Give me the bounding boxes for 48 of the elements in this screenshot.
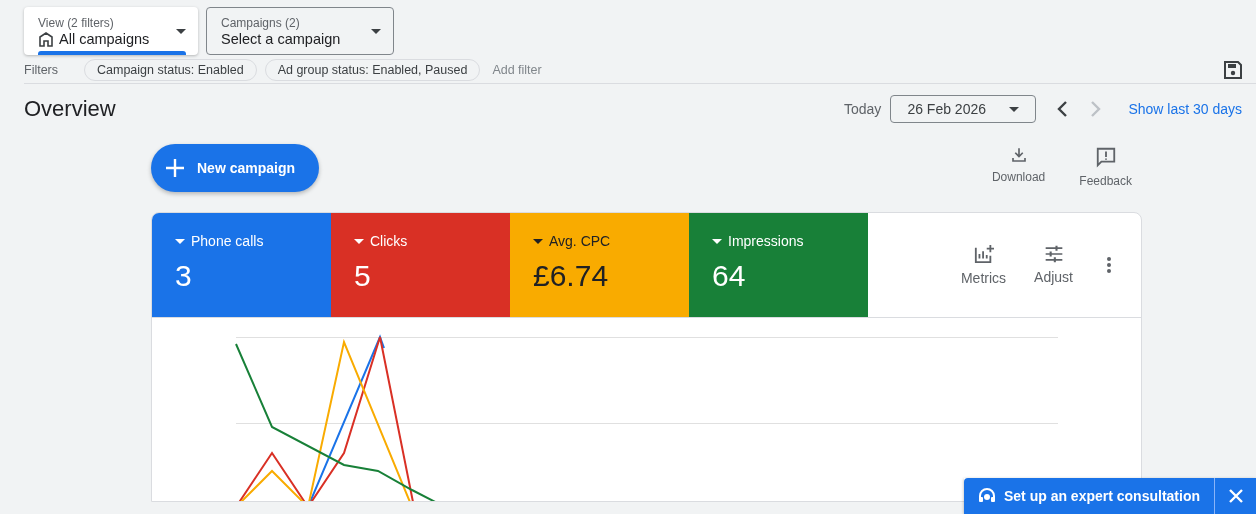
dropdown-value: Select a campaign [221,30,341,47]
save-icon[interactable] [1224,61,1242,79]
caret-icon [712,238,722,244]
headset-icon [977,488,996,504]
more-vertical-icon [1107,257,1111,273]
add-filter-link[interactable]: Add filter [492,63,542,77]
metric-tile[interactable]: Avg. CPC £6.74 [510,213,689,317]
close-icon [1228,489,1243,503]
show-last-30-days-link[interactable]: Show last 30 days [1128,101,1242,117]
adjust-button[interactable]: Adjust [1030,245,1077,285]
download-icon [1009,146,1028,164]
metric-value: £6.74 [533,259,610,293]
page-title: Overview [24,96,116,122]
feedback-icon [1094,146,1117,168]
caret-icon [176,28,186,34]
building-icon [38,30,54,47]
dropdown-value: All campaigns [59,30,150,47]
metric-label: Clicks [370,233,408,249]
caret-icon [354,238,364,244]
metric-label: Avg. CPC [549,233,611,249]
metric-tile[interactable]: Clicks 5 [331,213,510,317]
metric-value: 5 [354,259,372,293]
download-button[interactable]: Download [987,144,1050,190]
metrics-button[interactable]: Metrics [956,244,1011,286]
metric-label: Impressions [728,233,804,249]
dropdown-label: View (2 filters) [38,15,115,30]
metric-tile[interactable]: Impressions 64 [689,213,868,317]
new-campaign-button[interactable]: New campaign [151,144,320,192]
chart-plus-icon [972,244,995,264]
date-label: Today [844,101,882,117]
close-button[interactable] [1214,478,1256,514]
campaign-dropdown[interactable]: Campaigns (2) Select a campaign [206,7,394,55]
expert-consultation-button[interactable]: Set up an expert consultation [963,478,1214,514]
view-dropdown[interactable]: View (2 filters) All campaigns [24,7,198,55]
dropdown-label: Campaigns (2) [221,15,301,30]
plus-icon [165,158,185,178]
metric-tile[interactable]: Phone calls 3 [152,213,331,317]
date-picker[interactable]: 26 Feb 2026 [890,95,1037,123]
sliders-icon [1043,245,1064,263]
feedback-button[interactable]: Feedback [1075,144,1136,190]
caret-icon [533,238,543,244]
filters-label: Filters [24,63,59,77]
metric-label: Phone calls [191,233,264,249]
metric-value: 3 [175,259,193,293]
caret-icon [1009,106,1020,112]
metric-value: 64 [712,259,747,293]
caret-icon [175,238,185,244]
caret-icon [371,28,381,34]
